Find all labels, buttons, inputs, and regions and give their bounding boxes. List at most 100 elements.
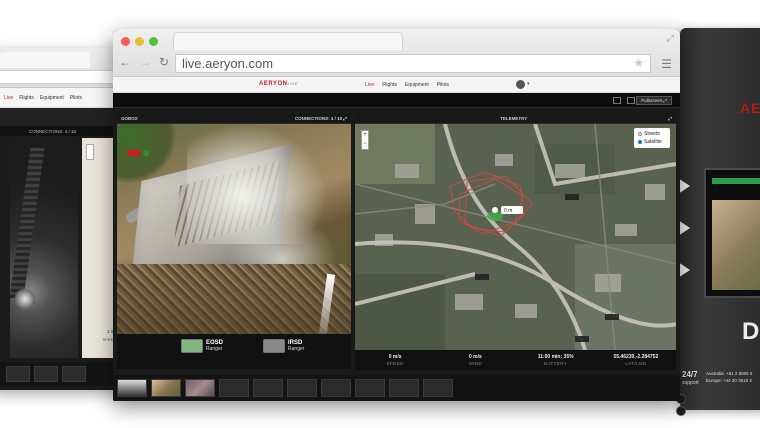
window-controls <box>121 37 158 46</box>
site-logo[interactable]: AERYONLIVE <box>259 81 298 87</box>
marketing-stage: Live Flights Equipment Pilots CONNECTION… <box>0 0 760 428</box>
background-panel-header: CONNECTIONS: 4 / 10 <box>0 126 120 136</box>
sensor-selector: EOSD Ranger IRSD Ranger <box>117 334 351 358</box>
ground-station-case: AER D 24/7 support Australia: +61 2 8005… <box>676 28 760 416</box>
sensor-eosd-label: EOSD Ranger <box>206 340 223 353</box>
readout-speed-label: SPEED <box>386 361 404 366</box>
sensor-eosd[interactable]: EOSD Ranger <box>181 339 223 353</box>
sensor-irsd-swatch[interactable] <box>263 339 286 353</box>
gobox-connections: CONNECTIONS: 4 / 10 ⤢ <box>294 115 347 121</box>
background-nav-flights[interactable]: Flights <box>19 95 34 101</box>
map-type-toggle[interactable]: Streets Satellite <box>634 128 670 148</box>
radio-icon[interactable] <box>638 132 642 136</box>
gobox-panel: GOBOX CONNECTIONS: 4 / 10 ⤢ EOSD Ranger … <box>117 113 351 369</box>
background-browser-tab <box>0 52 90 68</box>
feed-thumbnail-empty[interactable] <box>287 379 317 397</box>
feed-thumbnail-empty[interactable] <box>219 379 249 397</box>
readout-latlng: 55.46239,-2.284752 LAT/LNG <box>596 354 676 366</box>
radio-selected-icon[interactable] <box>638 140 642 144</box>
feed-thumbnail-empty[interactable] <box>321 379 351 397</box>
layout-single-icon[interactable] <box>613 97 621 104</box>
zoom-out-button[interactable]: − <box>362 140 368 149</box>
background-zoom-control[interactable] <box>86 144 94 160</box>
feed-thumbnail-empty[interactable] <box>355 379 385 397</box>
user-menu-caret[interactable]: ▾ <box>527 81 530 87</box>
site-nav-links: Live Flights Equipment Pilots <box>365 82 449 88</box>
case-port-icon <box>676 406 686 416</box>
case-support-label: support <box>682 379 699 386</box>
telemetry-panel: TELEMETRY ⤢ 0 m + − Streets Satellite 0 … <box>355 113 676 370</box>
background-toolbar <box>0 108 120 126</box>
site-navigation: AERYONLIVE Live Flights Equipment Pilots… <box>113 77 680 93</box>
case-screen <box>704 168 760 298</box>
feed-thumbnail-strip <box>113 375 680 401</box>
zoom-in-button[interactable]: + <box>362 131 368 140</box>
user-avatar[interactable] <box>516 80 525 89</box>
nav-live[interactable]: Live <box>365 82 374 88</box>
feed-thumbnail[interactable] <box>151 379 181 397</box>
telemetry-header: TELEMETRY ⤢ <box>355 113 676 124</box>
address-url: live.aeryon.com <box>182 56 274 71</box>
map-type-streets[interactable]: Streets <box>638 130 666 138</box>
satellite-map[interactable]: 0 m + − Streets Satellite <box>355 124 676 350</box>
map-imagery: 0 m <box>355 124 676 350</box>
background-thumbnail[interactable] <box>62 366 86 382</box>
sensor-irsd[interactable]: IRSD Ranger <box>263 339 304 353</box>
minimize-window-button[interactable] <box>135 37 144 46</box>
gobox-title: GOBOX <box>121 115 138 121</box>
feed-thumbnail-empty[interactable] <box>423 379 453 397</box>
thermal-structure <box>9 148 45 298</box>
background-nav-live[interactable]: Live <box>4 95 13 101</box>
expand-icon: ⤢ <box>663 98 667 103</box>
resize-icon[interactable]: ⤢ <box>667 33 674 44</box>
background-nav-pilots[interactable]: Pilots <box>70 95 82 101</box>
readout-latlng-label: LAT/LNG <box>625 361 647 366</box>
hamburger-menu-icon[interactable]: ☰ <box>661 57 672 71</box>
background-address-bar <box>0 70 116 84</box>
background-nav-equipment[interactable]: Equipment <box>40 95 64 101</box>
telemetry-readouts: 0 m/s SPEED 0 m/s WIND 11:00 min: 35% BA… <box>355 350 676 370</box>
fullscreen-button[interactable]: Fullscreen ⤢ <box>636 96 672 105</box>
background-thumbnail[interactable] <box>34 366 58 382</box>
background-thumbnail-strip <box>0 362 130 386</box>
case-screen-status-bar <box>712 178 760 184</box>
layout-split-icon[interactable] <box>627 97 635 104</box>
forward-arrow-icon[interactable]: → <box>139 55 151 69</box>
case-support-hours: 24/7 <box>682 370 698 379</box>
close-window-button[interactable] <box>121 37 130 46</box>
gobox-header: GOBOX CONNECTIONS: 4 / 10 ⤢ <box>117 113 351 124</box>
expand-icon[interactable]: ⤢ <box>343 116 347 121</box>
case-contact-europe: Europe: +44 20 3519 2 <box>706 378 752 384</box>
address-bar[interactable]: live.aeryon.com ★ <box>175 54 651 73</box>
feed-thumbnail-empty[interactable] <box>389 379 419 397</box>
view-toolbar: Fullscreen ⤢ <box>113 93 680 108</box>
expand-icon[interactable]: ⤢ <box>668 116 672 121</box>
reload-icon[interactable]: ↻ <box>159 55 169 69</box>
nav-pilots[interactable]: Pilots <box>437 82 449 88</box>
recording-indicator <box>127 150 141 156</box>
drone-video-feed[interactable] <box>117 124 351 334</box>
map-zoom-control[interactable]: + − <box>361 130 369 150</box>
map-type-satellite[interactable]: Satellite <box>638 138 666 146</box>
readout-speed-value: 0 m/s <box>388 354 402 360</box>
nav-equipment[interactable]: Equipment <box>405 82 429 88</box>
feed-thumbnail[interactable] <box>117 379 147 397</box>
signal-indicator <box>143 150 149 156</box>
main-browser-window: ⤢ ← → ↻ live.aeryon.com ★ ☰ AERYONLIVE L… <box>113 29 680 401</box>
star-icon[interactable]: ★ <box>633 56 644 70</box>
feed-thumbnail[interactable] <box>185 379 215 397</box>
background-thumbnail[interactable] <box>6 366 30 382</box>
feed-thumbnail-empty[interactable] <box>253 379 283 397</box>
readout-wind-value: 0 m/s <box>468 354 482 360</box>
readout-wind-label: WIND <box>468 361 483 366</box>
sensor-irsd-label: IRSD Ranger <box>288 340 304 353</box>
maximize-window-button[interactable] <box>149 37 158 46</box>
sensor-eosd-swatch[interactable] <box>181 339 203 353</box>
map-type-streets-label: Streets <box>644 131 660 137</box>
background-browser-chrome <box>0 48 120 88</box>
telemetry-title: TELEMETRY <box>500 115 528 121</box>
browser-tab[interactable] <box>173 32 403 50</box>
nav-flights[interactable]: Flights <box>382 82 397 88</box>
back-arrow-icon[interactable]: ← <box>119 55 131 69</box>
site-logo-text: AERYON <box>259 81 288 87</box>
